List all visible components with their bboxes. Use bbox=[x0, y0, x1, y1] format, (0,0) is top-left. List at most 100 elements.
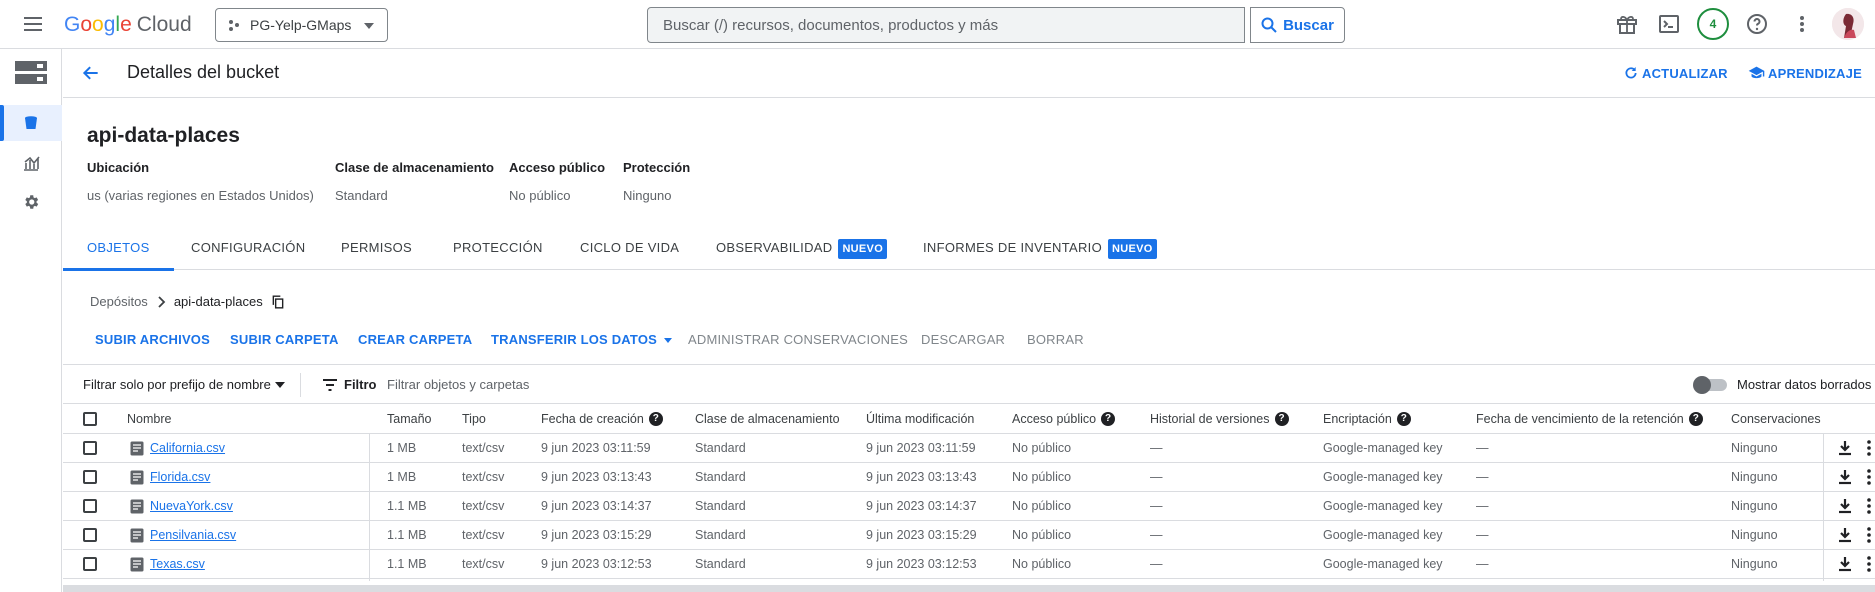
more-vert-icon[interactable] bbox=[1866, 556, 1872, 572]
cell-holds: Ninguno bbox=[1731, 441, 1778, 455]
table-row[interactable]: Florida.csv 1 MB text/csv 9 jun 2023 03:… bbox=[63, 463, 1875, 492]
learn-button[interactable]: APRENDIZAJE bbox=[1748, 65, 1862, 81]
table-row[interactable]: California.csv 1 MB text/csv 9 jun 2023 … bbox=[63, 434, 1875, 463]
col-header-type[interactable]: Tipo bbox=[462, 405, 486, 433]
notifications-badge[interactable]: 4 bbox=[1697, 8, 1729, 40]
cloud-shell-icon[interactable] bbox=[1657, 12, 1681, 36]
left-nav-rail bbox=[0, 49, 62, 592]
upload-files-button[interactable]: SUBIR ARCHIVOS bbox=[95, 332, 210, 347]
horizontal-scrollbar[interactable] bbox=[63, 585, 1875, 592]
object-name-link[interactable]: Texas.csv bbox=[150, 550, 205, 578]
transfer-label: TRANSFERIR LOS DATOS bbox=[491, 332, 658, 347]
more-vert-icon[interactable] bbox=[1790, 12, 1814, 36]
settings-gear-icon[interactable] bbox=[22, 193, 40, 211]
cell-version-history: — bbox=[1150, 557, 1163, 571]
tab-inventory-reports[interactable]: INFORMES DE INVENTARIO NUEVO bbox=[923, 230, 1157, 270]
col-header-name[interactable]: Nombre bbox=[127, 405, 171, 433]
download-icon[interactable] bbox=[1838, 440, 1852, 456]
cell-created: 9 jun 2023 03:13:43 bbox=[541, 470, 652, 484]
transfer-data-button[interactable]: TRANSFERIR LOS DATOS bbox=[491, 332, 672, 347]
col-header-created[interactable]: Fecha de creación? bbox=[541, 405, 663, 433]
page-header: Detalles del bucket ACTUALIZAR APRENDIZA… bbox=[63, 49, 1875, 98]
object-name-link[interactable]: Florida.csv bbox=[150, 463, 210, 491]
download-icon[interactable] bbox=[1838, 527, 1852, 543]
tab-observability[interactable]: OBSERVABILIDAD NUEVO bbox=[716, 230, 888, 270]
breadcrumb-root[interactable]: Depósitos bbox=[90, 294, 148, 309]
col-header-holds[interactable]: Conservaciones bbox=[1731, 405, 1821, 433]
col-header-size[interactable]: Tamaño bbox=[387, 405, 431, 433]
row-checkbox[interactable] bbox=[83, 499, 97, 513]
user-avatar[interactable] bbox=[1832, 8, 1864, 40]
manage-holds-button[interactable]: ADMINISTRAR CONSERVACIONES bbox=[688, 332, 908, 347]
help-icon[interactable] bbox=[1745, 12, 1769, 36]
help-icon[interactable]: ? bbox=[1274, 412, 1289, 426]
row-checkbox[interactable] bbox=[83, 557, 97, 571]
meta-public-access: Acceso público No público bbox=[509, 160, 605, 203]
more-vert-icon[interactable] bbox=[1866, 527, 1872, 543]
row-checkbox[interactable] bbox=[83, 528, 97, 542]
cell-type: text/csv bbox=[462, 499, 505, 513]
cell-created: 9 jun 2023 03:15:29 bbox=[541, 528, 652, 542]
create-folder-button[interactable]: CREAR CARPETA bbox=[358, 332, 472, 347]
col-header-version-history[interactable]: Historial de versiones? bbox=[1150, 405, 1289, 433]
search-button[interactable]: Buscar bbox=[1250, 7, 1345, 43]
object-name-link[interactable]: California.csv bbox=[150, 434, 225, 462]
download-icon[interactable] bbox=[1838, 469, 1852, 485]
cell-created: 9 jun 2023 03:11:59 bbox=[541, 441, 651, 455]
row-checkbox[interactable] bbox=[83, 441, 97, 455]
meta-key: Acceso público bbox=[509, 160, 606, 175]
back-arrow-icon[interactable] bbox=[81, 63, 101, 83]
help-icon[interactable]: ? bbox=[1101, 412, 1116, 426]
download-button[interactable]: DESCARGAR bbox=[921, 332, 1005, 347]
refresh-label: ACTUALIZAR bbox=[1642, 65, 1728, 81]
filter-button[interactable]: Filtro bbox=[322, 377, 377, 392]
show-deleted-toggle[interactable] bbox=[1693, 376, 1729, 394]
cloud-storage-icon[interactable] bbox=[15, 61, 47, 85]
monitoring-icon[interactable] bbox=[22, 154, 40, 172]
delete-button[interactable]: BORRAR bbox=[1027, 332, 1084, 347]
col-header-storage-class[interactable]: Clase de almacenamiento bbox=[695, 405, 840, 433]
select-all-checkbox[interactable] bbox=[83, 412, 97, 426]
cell-size: 1.1 MB bbox=[387, 528, 427, 542]
upload-folder-button[interactable]: SUBIR CARPETA bbox=[230, 332, 339, 347]
cell-public-access: No público bbox=[1012, 557, 1072, 571]
more-vert-icon[interactable] bbox=[1866, 498, 1872, 514]
refresh-button[interactable]: ACTUALIZAR bbox=[1623, 65, 1728, 81]
table-row[interactable]: Texas.csv 1.1 MB text/csv 9 jun 2023 03:… bbox=[63, 550, 1875, 579]
project-selector[interactable]: PG-Yelp-GMaps bbox=[215, 8, 388, 42]
tab-objects[interactable]: OBJETOS bbox=[63, 230, 173, 271]
copy-icon[interactable] bbox=[271, 294, 285, 309]
tab-permissions[interactable]: PERMISOS bbox=[341, 230, 412, 270]
bucket-icon[interactable] bbox=[22, 114, 40, 132]
gift-icon[interactable] bbox=[1615, 12, 1639, 36]
object-name-link[interactable]: NuevaYork.csv bbox=[150, 492, 233, 520]
col-header-encryption[interactable]: Encriptación? bbox=[1323, 405, 1411, 433]
cell-version-history: — bbox=[1150, 528, 1163, 542]
prefix-filter-dropdown[interactable]: Filtrar solo por prefijo de nombre bbox=[83, 377, 285, 392]
search-input[interactable]: Buscar (/) recursos, documentos, product… bbox=[647, 7, 1245, 43]
object-name-link[interactable]: Pensilvania.csv bbox=[150, 521, 236, 549]
more-vert-icon[interactable] bbox=[1866, 440, 1872, 456]
help-icon[interactable]: ? bbox=[1688, 412, 1703, 426]
tab-lifecycle[interactable]: CICLO DE VIDA bbox=[580, 230, 679, 270]
col-header-modified[interactable]: Última modificación bbox=[866, 405, 974, 433]
cell-version-history: — bbox=[1150, 470, 1163, 484]
hamburger-menu-icon[interactable] bbox=[20, 12, 46, 36]
more-vert-icon[interactable] bbox=[1866, 469, 1872, 485]
google-cloud-logo[interactable]: Google Cloud bbox=[64, 12, 192, 38]
tab-configuration[interactable]: CONFIGURACIÓN bbox=[191, 230, 305, 270]
download-icon[interactable] bbox=[1838, 556, 1852, 572]
project-name: PG-Yelp-GMaps bbox=[250, 17, 352, 33]
download-icon[interactable] bbox=[1838, 498, 1852, 514]
table-row[interactable]: Pensilvania.csv 1.1 MB text/csv 9 jun 20… bbox=[63, 521, 1875, 550]
tab-protection[interactable]: PROTECCIÓN bbox=[453, 230, 543, 270]
filter-input[interactable]: Filtrar objetos y carpetas bbox=[387, 377, 529, 392]
col-header-public-access[interactable]: Acceso público? bbox=[1012, 405, 1116, 433]
col-header-retention[interactable]: Fecha de vencimiento de la retención? bbox=[1476, 405, 1703, 433]
help-icon[interactable]: ? bbox=[648, 412, 663, 426]
cell-modified: 9 jun 2023 03:11:59 bbox=[866, 441, 976, 455]
row-checkbox[interactable] bbox=[83, 470, 97, 484]
table-row[interactable]: NuevaYork.csv 1.1 MB text/csv 9 jun 2023… bbox=[63, 492, 1875, 521]
table-header-row: Nombre Tamaño Tipo Fecha de creación? Cl… bbox=[63, 405, 1875, 434]
help-icon[interactable]: ? bbox=[1396, 412, 1411, 426]
